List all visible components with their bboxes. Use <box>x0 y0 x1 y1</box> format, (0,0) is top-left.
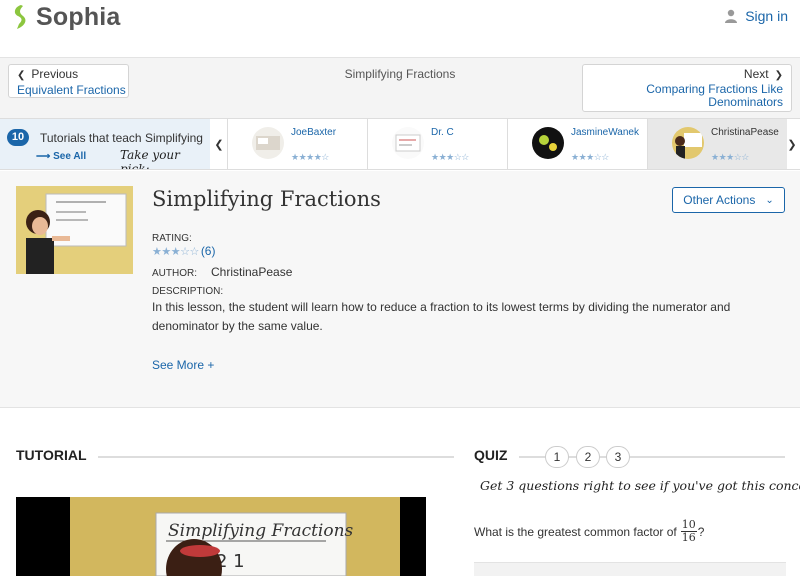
next-label: Next <box>743 67 769 81</box>
question-text: What is the greatest common factor of <box>474 524 677 539</box>
lesson-info: Simplifying Fractions Other Actions ⌄ RA… <box>0 171 800 408</box>
card-author-name: JasmineWanek <box>571 127 639 138</box>
brand-name: Sophia <box>36 2 121 31</box>
carousel-intro: 10 Tutorials that teach Simplifying ⟶ Se… <box>0 119 210 169</box>
rating-count[interactable]: (6) <box>201 244 216 258</box>
tutorial-nav: ❮ Previous Equivalent Fractions Simplifyi… <box>0 58 800 118</box>
current-tutorial-title: Simplifying Fractions <box>344 67 456 81</box>
description-text: In this lesson, the student will learn h… <box>152 300 731 333</box>
sophia-logo-icon <box>14 5 26 29</box>
rating: ★★★☆☆ (6) <box>152 244 215 258</box>
rating-label: RATING: <box>152 233 192 244</box>
other-actions-button[interactable]: Other Actions ⌄ <box>672 187 785 213</box>
carousel-prev-arrow[interactable]: ❮ <box>211 119 227 169</box>
rating-stars[interactable]: ★★★☆☆ <box>152 245 199 258</box>
tutorial-heading: TUTORIAL <box>16 447 87 463</box>
tutorial-card[interactable]: JoeBaxter ★★★★☆ <box>227 119 367 169</box>
take-your-pick-text: Take your pick: <box>120 148 180 169</box>
quiz-question: What is the greatest common factor of 10… <box>474 519 704 544</box>
fraction: 10 16 <box>680 519 697 544</box>
card-author-name: JoeBaxter <box>291 127 337 138</box>
sign-in-link[interactable]: Sign in <box>725 8 788 24</box>
tutorial-video[interactable]: Simplifying Fractions 2 1 <box>16 497 426 576</box>
card-rating-stars: ★★★☆☆ <box>431 152 469 162</box>
card-rating-stars: ★★★☆☆ <box>711 152 749 162</box>
author-label: AUTHOR: <box>152 268 197 279</box>
divider <box>98 456 454 458</box>
arrow-right-icon: ⟶ <box>36 151 54 162</box>
card-author-name: ChristinaPease <box>711 127 779 138</box>
next-button[interactable]: Next ❯ Comparing Fractions Like Denominat… <box>582 64 792 112</box>
author-avatar <box>672 127 704 159</box>
tutorial-card-active[interactable]: ChristinaPease ★★★☆☆ <box>647 119 787 169</box>
description-label: DESCRIPTION: <box>152 286 224 297</box>
see-all-label: See All <box>53 151 87 162</box>
chevron-right-icon: ❯ <box>774 70 783 81</box>
quiz-question-1[interactable]: 1 <box>545 446 569 468</box>
lesson-thumbnail[interactable] <box>16 186 133 274</box>
author-avatar <box>532 127 564 159</box>
previous-label: Previous <box>31 67 79 81</box>
sophia-logo[interactable]: Sophia <box>10 3 121 31</box>
see-all-link[interactable]: ⟶ See All <box>36 151 86 162</box>
next-title: Comparing Fractions Like Denominators <box>646 81 783 109</box>
tutorials-text: Tutorials that teach Simplifying <box>40 131 203 145</box>
question-end: ? <box>697 524 705 539</box>
tutorial-card[interactable]: JasmineWanek ★★★☆☆ <box>507 119 647 169</box>
quiz-question-2[interactable]: 2 <box>576 446 600 468</box>
card-author-name: Dr. C <box>431 127 454 138</box>
quiz-question-3[interactable]: 3 <box>606 446 630 468</box>
chevron-left-icon: ❮ <box>17 70 26 81</box>
author-avatar <box>252 127 284 159</box>
previous-title: Equivalent Fractions <box>17 83 126 97</box>
lesson-title: Simplifying Fractions <box>152 187 381 211</box>
fraction-denominator: 16 <box>681 531 696 544</box>
board-title: Simplifying Fractions <box>168 521 354 541</box>
tutorial-carousel: 10 Tutorials that teach Simplifying ⟶ Se… <box>0 118 800 170</box>
tutorial-count-badge: 10 <box>7 129 29 146</box>
author: AUTHOR: ChristinaPease <box>152 265 292 279</box>
carousel-next-arrow[interactable]: ❯ <box>784 119 800 169</box>
previous-button[interactable]: ❮ Previous Equivalent Fractions <box>8 64 129 98</box>
other-actions-label: Other Actions <box>683 193 756 207</box>
card-rating-stars: ★★★★☆ <box>291 152 329 162</box>
tutorial-card[interactable]: Dr. C ★★★☆☆ <box>367 119 507 169</box>
quiz-tagline: Get 3 questions right to see if you've g… <box>480 478 800 493</box>
card-rating-stars: ★★★☆☆ <box>571 152 609 162</box>
top-bar: Sophia Sign in <box>0 0 800 58</box>
quiz-heading: QUIZ <box>474 447 508 463</box>
answer-area[interactable] <box>474 562 786 576</box>
author-name: ChristinaPease <box>211 265 293 279</box>
author-avatar <box>392 127 424 159</box>
sign-in-label: Sign in <box>745 8 788 24</box>
user-icon <box>725 9 738 23</box>
chevron-down-icon: ⌄ <box>765 194 774 206</box>
see-more-link[interactable]: See More + <box>152 358 214 372</box>
